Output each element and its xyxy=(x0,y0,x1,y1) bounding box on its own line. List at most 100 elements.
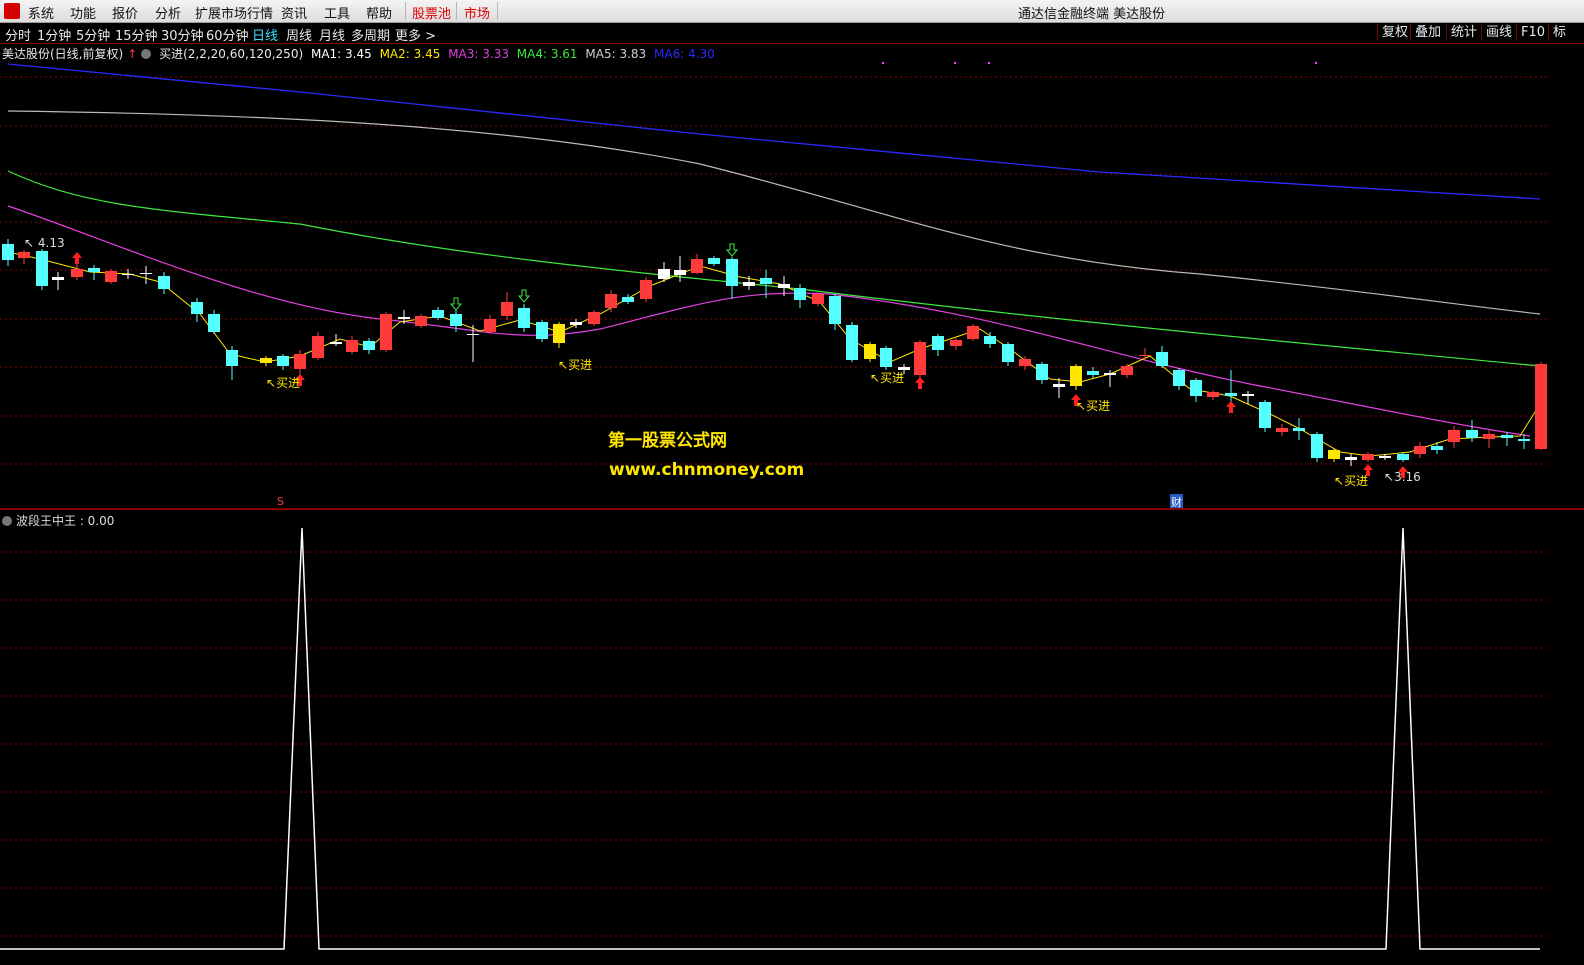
candle-body xyxy=(1207,392,1219,397)
menu-market[interactable]: 市场 xyxy=(464,3,490,22)
candle-body xyxy=(967,326,979,339)
ma5-value: MA5: 3.83 xyxy=(585,47,647,61)
menu-separator xyxy=(456,2,457,20)
mark-button[interactable]: 标 xyxy=(1548,24,1570,41)
menu-bar: 系统 功能 报价 分析 扩展市场行情 资讯 工具 帮助 股票池 市场 通达信金融… xyxy=(0,0,1584,23)
buy-signal-text: 买进 xyxy=(276,376,301,390)
low-price-label: ↖3.16 xyxy=(1384,470,1421,484)
menu-tools[interactable]: 工具 xyxy=(324,3,350,22)
candle-body xyxy=(158,276,170,289)
menu-help[interactable]: 帮助 xyxy=(366,3,392,22)
buy-signal-text: 买进 xyxy=(1086,399,1111,413)
candle-body xyxy=(622,297,634,302)
s-marker: S xyxy=(277,495,284,508)
buy-signal-label: ↖买进 xyxy=(558,358,593,372)
kline-chart[interactable] xyxy=(0,44,1584,508)
candle-body xyxy=(36,251,48,286)
candle-body xyxy=(1328,450,1340,459)
candle-body xyxy=(691,259,703,273)
candle-body xyxy=(674,270,686,275)
period-multi[interactable]: 多周期 xyxy=(351,25,390,44)
statistics-button[interactable]: 统计 xyxy=(1446,24,1481,41)
candle-body xyxy=(398,317,410,319)
period-daily[interactable]: 日线 xyxy=(252,25,278,44)
period-weekly[interactable]: 周线 xyxy=(286,25,312,44)
candle-body xyxy=(501,302,513,316)
watermark-url: www.chnmoney.com xyxy=(609,460,805,480)
buy-signal-label: ↖买进 xyxy=(1334,474,1369,488)
overlay-button[interactable]: 叠加 xyxy=(1410,24,1445,41)
restore-rights-button[interactable]: 复权 xyxy=(1377,24,1412,41)
ma2-value: MA2: 3.45 xyxy=(379,47,441,61)
menu-separator xyxy=(497,2,498,20)
menu-analysis[interactable]: 分析 xyxy=(155,3,181,22)
candle-body xyxy=(743,282,755,286)
buy-signal-label: ↖买进 xyxy=(266,376,301,390)
candle-body xyxy=(794,288,806,300)
ma6-line xyxy=(7,63,1541,200)
candle-body xyxy=(1276,428,1288,432)
sub-indicator-chart[interactable] xyxy=(0,510,1584,965)
menu-quote[interactable]: 报价 xyxy=(112,3,138,22)
candle-body xyxy=(1293,428,1305,431)
candle-body xyxy=(467,334,479,335)
watermark-title: 第一股票公式网 xyxy=(608,431,727,451)
candle-body xyxy=(1311,434,1323,458)
signal-dot xyxy=(987,61,991,65)
high-price-label: ↖ 4.13 xyxy=(24,236,65,250)
candle-body xyxy=(1397,454,1409,460)
f10-button[interactable]: F10 xyxy=(1516,24,1549,41)
candle-body xyxy=(18,252,30,258)
candle-body xyxy=(1518,439,1530,441)
low-price-value: 3.16 xyxy=(1394,470,1421,484)
candle-body xyxy=(122,274,134,275)
buy-signal-label: ↖买进 xyxy=(870,371,905,385)
buy-arrow-icon xyxy=(72,252,82,264)
ma3-value: MA3: 3.33 xyxy=(448,47,509,61)
candle-body xyxy=(760,278,772,284)
ma1-value: MA1: 3.45 xyxy=(310,47,372,61)
candle-body xyxy=(1501,435,1513,438)
high-price-value: 4.13 xyxy=(37,236,65,250)
candle-body xyxy=(1053,384,1065,387)
buy-signal-text: 买进 xyxy=(568,358,593,372)
period-15min[interactable]: 15分钟 xyxy=(115,25,158,44)
period-monthly[interactable]: 月线 xyxy=(319,25,345,44)
period-more[interactable]: 更多 > xyxy=(395,25,436,44)
indicator-info-bar: 美达股份(日线,前复权) ↑ 买进(2,2,20,60,120,250) MA1:… xyxy=(2,45,719,61)
candle-body xyxy=(932,336,944,350)
period-30min[interactable]: 30分钟 xyxy=(161,25,204,44)
settings-circle-icon[interactable] xyxy=(141,49,152,59)
candle-body xyxy=(71,269,83,277)
candle-body xyxy=(1139,355,1151,356)
candle-body xyxy=(880,348,892,367)
candle-body xyxy=(415,316,427,326)
ma4-value: MA4: 3.61 xyxy=(516,47,578,61)
menu-extended-market[interactable]: 扩展市场行情 xyxy=(195,3,273,22)
period-5min[interactable]: 5分钟 xyxy=(76,25,110,44)
period-intraday[interactable]: 分时 xyxy=(5,25,31,44)
candle-body xyxy=(812,294,824,304)
candle-body xyxy=(1190,380,1202,396)
callout-arrow-icon: ↖ xyxy=(24,236,35,250)
period-1min[interactable]: 1分钟 xyxy=(37,25,71,44)
candle-body xyxy=(553,324,565,343)
menu-function[interactable]: 功能 xyxy=(70,3,96,22)
candle-body xyxy=(330,342,342,344)
candle-body xyxy=(1535,364,1547,449)
signal-dot xyxy=(1314,61,1318,65)
menu-system[interactable]: 系统 xyxy=(28,3,54,22)
candle-body xyxy=(708,258,720,264)
draw-line-button[interactable]: 画线 xyxy=(1481,24,1516,41)
sell-arrow-icon xyxy=(725,243,739,257)
formula-name: 买进(2,2,20,60,120,250) xyxy=(159,47,304,61)
buy-signal-text: 买进 xyxy=(880,371,905,385)
candle-body xyxy=(1259,402,1271,428)
menu-stock-pool[interactable]: 股票池 xyxy=(412,3,451,22)
menu-news[interactable]: 资讯 xyxy=(281,3,307,22)
buy-arrow-icon xyxy=(1226,401,1236,413)
signal-dot xyxy=(953,61,957,65)
window-title: 通达信金融终端 美达股份 xyxy=(1018,7,1166,22)
candle-body xyxy=(1104,373,1116,375)
period-60min[interactable]: 60分钟 xyxy=(206,25,249,44)
